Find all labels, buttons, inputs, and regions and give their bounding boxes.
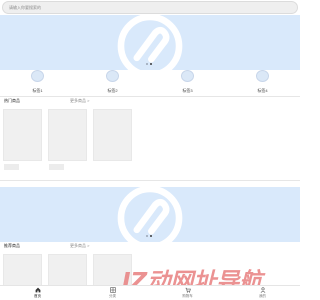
product-card[interactable] xyxy=(93,109,132,161)
tab-category[interactable]: 分类 xyxy=(93,287,133,299)
carousel-dot[interactable] xyxy=(146,63,148,65)
carousel-dots[interactable] xyxy=(146,63,152,65)
banner-carousel-2[interactable] xyxy=(0,187,300,242)
card-label-placeholder xyxy=(49,164,64,170)
circle-icon xyxy=(31,70,44,82)
quick-link-label: 标签4 xyxy=(257,88,268,93)
product-card[interactable] xyxy=(48,109,87,161)
home-icon xyxy=(35,287,40,293)
quick-link-4[interactable]: 标签4 xyxy=(243,70,283,94)
card-label-placeholder xyxy=(4,164,19,170)
logo-icon xyxy=(117,15,183,70)
quick-link-label: 标签1 xyxy=(32,88,43,93)
tab-cart[interactable]: 购物车 xyxy=(168,287,208,299)
circle-icon xyxy=(106,70,119,82)
more-link-hot[interactable]: 更多商品 > xyxy=(70,98,100,104)
tab-home[interactable]: 首页 xyxy=(18,287,58,299)
quick-link-label: 标签3 xyxy=(182,88,193,93)
tab-profile[interactable]: 我的 xyxy=(243,287,283,299)
search-bar[interactable]: 请输入你要搜索的 xyxy=(2,1,298,14)
tab-label: 购物车 xyxy=(182,294,193,298)
search-input[interactable]: 请输入你要搜索的 xyxy=(2,1,298,14)
tab-label: 我的 xyxy=(259,294,266,298)
card-label-placeholders xyxy=(4,164,64,170)
carousel-dot[interactable] xyxy=(146,235,148,237)
logo-icon xyxy=(117,187,183,242)
tab-label: 分类 xyxy=(109,294,116,298)
cart-icon xyxy=(185,287,191,293)
carousel-dots[interactable] xyxy=(146,235,152,237)
bottom-tabbar: 首页 分类 购物车 我的 xyxy=(0,285,300,300)
quick-link-2[interactable]: 标签2 xyxy=(93,70,133,94)
carousel-dot-active[interactable] xyxy=(150,235,152,237)
quick-link-label: 标签2 xyxy=(107,88,118,93)
quick-links: 标签1 标签2 标签3 标签4 xyxy=(0,70,300,94)
category-icon xyxy=(109,287,116,293)
tab-label: 首页 xyxy=(34,294,41,298)
divider xyxy=(0,96,300,97)
banner-carousel[interactable] xyxy=(0,15,300,70)
circle-icon xyxy=(181,70,194,82)
more-link-recommend[interactable]: 更多商品 > xyxy=(70,243,100,249)
circle-icon xyxy=(256,70,269,82)
user-icon xyxy=(260,287,265,293)
quick-link-1[interactable]: 标签1 xyxy=(18,70,58,94)
product-cards-hot xyxy=(3,109,132,161)
carousel-dot-active[interactable] xyxy=(150,63,152,65)
quick-link-3[interactable]: 标签3 xyxy=(168,70,208,94)
product-card[interactable] xyxy=(3,109,42,161)
divider xyxy=(0,180,300,181)
